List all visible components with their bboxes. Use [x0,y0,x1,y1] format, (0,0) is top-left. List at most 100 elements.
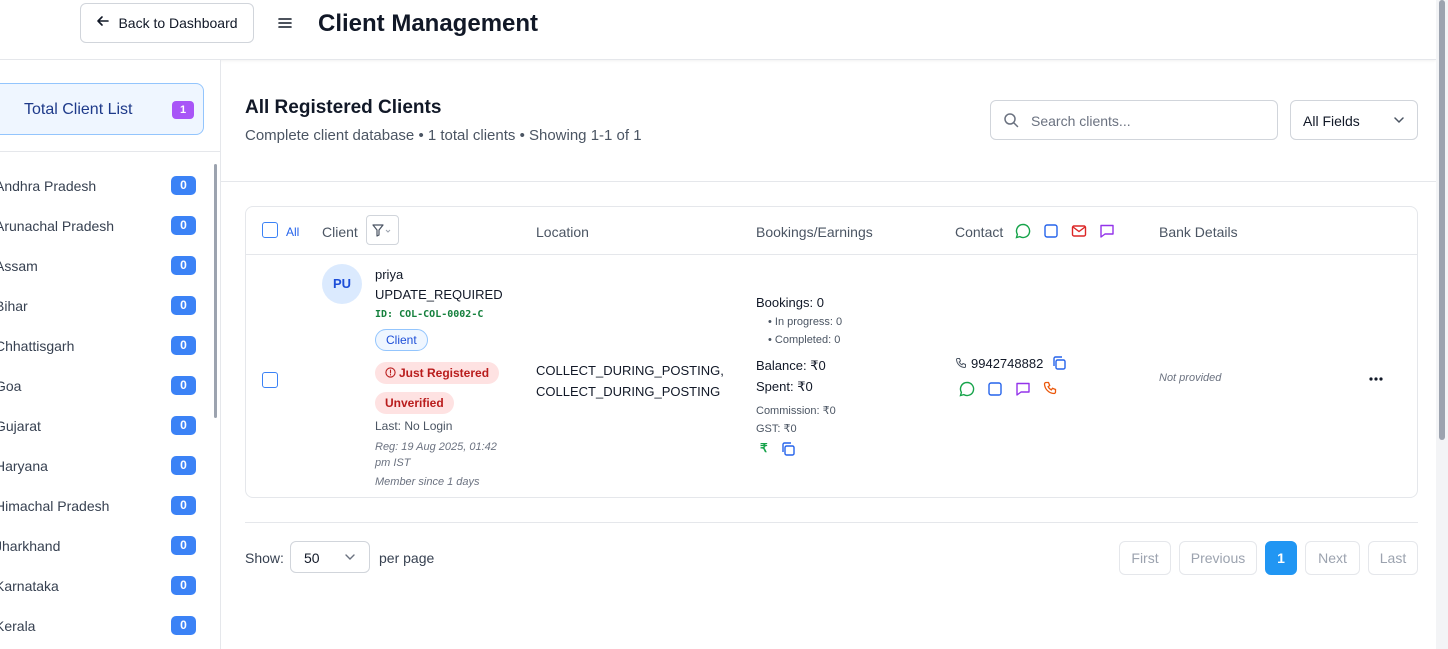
section-title: All Registered Clients [245,97,442,118]
location-line-1: COLLECT_DURING_POSTING, [536,363,724,378]
section-subtitle: Complete client database • 1 total clien… [245,127,642,144]
per-page-label: per page [379,550,435,566]
state-count-badge: 0 [171,376,196,395]
rupee-icon[interactable]: ₹ [760,441,768,457]
client-filter-button[interactable] [366,215,399,245]
total-client-list-button[interactable]: Total Client List 1 [0,83,204,135]
state-name: Gujarat [0,418,41,434]
sidebar-item-jharkhand[interactable]: Jharkhand 0 [0,526,210,566]
state-count-badge: 0 [171,176,196,195]
bank-details-value: Not provided [1159,372,1222,384]
sidebar-scrollbar[interactable] [214,164,217,418]
column-header-bank: Bank Details [1159,224,1238,240]
state-name: Chhattisgarh [0,338,75,354]
state-name: Assam [0,258,38,274]
last-login: Last: No Login [375,419,453,433]
just-registered-label: Just Registered [399,366,490,380]
sidebar-item-chhattisgarh[interactable]: Chhattisgarh 0 [0,326,210,366]
registration-date: Reg: 19 Aug 2025, 01:42 pm IST [375,441,497,469]
member-since: Member since 1 days [375,476,480,488]
pagination-last-button[interactable]: Last [1368,541,1418,575]
sidebar-item-arunachal-pradesh[interactable]: Arunachal Pradesh 0 [0,206,210,246]
state-count-badge: 0 [171,216,196,235]
column-header-location: Location [536,224,589,240]
sms-icon[interactable] [1014,380,1032,398]
phone-icon [955,358,966,369]
role-badge: Client [375,329,428,351]
column-header-bookings: Bookings/Earnings [756,224,873,240]
page-scrollbar[interactable] [1436,0,1448,649]
more-options-icon[interactable] [1368,365,1384,386]
state-name: Haryana [0,458,48,474]
pagination-first-button[interactable]: First [1119,541,1171,575]
state-name: Arunachal Pradesh [0,218,115,234]
filter-icon [372,224,391,237]
telegram-icon[interactable] [1042,222,1060,240]
main-divider [221,181,1436,182]
sidebar-item-haryana[interactable]: Haryana 0 [0,446,210,486]
phone-number: 9942748882 [971,355,1044,371]
state-count-badge: 0 [171,456,196,475]
per-page-select[interactable]: 50 [290,541,370,573]
client-name: priya [375,267,404,282]
client-location: COLLECT_DURING_POSTING, COLLECT_DURING_P… [536,360,724,402]
unverified-badge: Unverified [375,392,454,414]
sidebar-item-goa[interactable]: Goa 0 [0,366,210,406]
copy-phone-icon[interactable] [1051,355,1067,371]
state-name: Himachal Pradesh [0,498,110,514]
footer-divider [245,522,1418,523]
total-client-list-label: Total Client List [24,101,133,118]
call-icon[interactable] [1042,380,1060,398]
state-count-badge: 0 [171,296,196,315]
hamburger-icon[interactable] [278,13,292,34]
total-client-count-badge: 1 [172,101,194,119]
telegram-icon[interactable] [986,380,1004,398]
page-scrollbar-thumb[interactable] [1439,0,1445,440]
mail-icon[interactable] [1070,222,1088,240]
pagination-next-button[interactable]: Next [1305,541,1360,575]
arrow-left-icon [96,14,110,32]
state-sidebar: Total Client List 1 Andhra Pradesh 0 Arun… [0,60,221,649]
pagination-previous-button[interactable]: Previous [1179,541,1257,575]
field-filter-select[interactable]: All Fields [1290,100,1418,140]
state-count-badge: 0 [171,336,196,355]
state-count-badge: 0 [171,576,196,595]
client-phone: 9942748882 [955,355,1067,371]
sidebar-item-himachal-pradesh[interactable]: Himachal Pradesh 0 [0,486,210,526]
earnings-actions: ₹ [760,441,796,457]
back-to-dashboard-label: Back to Dashboard [118,15,238,31]
sidebar-item-bihar[interactable]: Bihar 0 [0,286,210,326]
copy-icon[interactable] [780,441,796,457]
sidebar-item-gujarat[interactable]: Gujarat 0 [0,406,210,446]
alert-circle-icon [385,367,396,378]
state-count-badge: 0 [171,416,196,435]
sms-icon[interactable] [1098,222,1116,240]
location-line-2: COLLECT_DURING_POSTING [536,384,721,399]
whatsapp-icon[interactable] [1014,222,1032,240]
search-input[interactable] [1031,111,1261,131]
state-name: Goa [0,378,22,394]
state-name: Jharkhand [0,538,61,554]
bookings-count: Bookings: 0 [756,295,824,310]
state-name: Kerala [0,618,36,634]
clients-table: All Client Location Bookings/Earnings Co… [245,206,1418,498]
back-to-dashboard-button[interactable]: Back to Dashboard [80,3,254,43]
sidebar-item-karnataka[interactable]: Karnataka 0 [0,566,210,606]
bookings-completed: • Completed: 0 [768,334,841,346]
select-all-label[interactable]: All [286,225,299,239]
whatsapp-icon[interactable] [958,380,976,398]
row-checkbox[interactable] [262,372,278,388]
pagination-page-1[interactable]: 1 [1265,541,1297,575]
just-registered-badge: Just Registered [375,362,500,384]
column-header-contact: Contact [955,224,1004,240]
sidebar-item-assam[interactable]: Assam 0 [0,246,210,286]
search-box[interactable] [990,100,1278,140]
select-all-checkbox[interactable] [262,222,278,238]
state-list: Andhra Pradesh 0 Arunachal Pradesh 0 Assam… [0,166,210,646]
table-header: All Client Location Bookings/Earnings Co… [246,207,1417,255]
chevron-down-icon [1393,113,1405,131]
sidebar-item-kerala[interactable]: Kerala 0 [0,606,210,646]
gst-amount: GST: ₹0 [756,423,797,435]
state-count-badge: 0 [171,536,196,555]
sidebar-item-andhra-pradesh[interactable]: Andhra Pradesh 0 [0,166,210,206]
